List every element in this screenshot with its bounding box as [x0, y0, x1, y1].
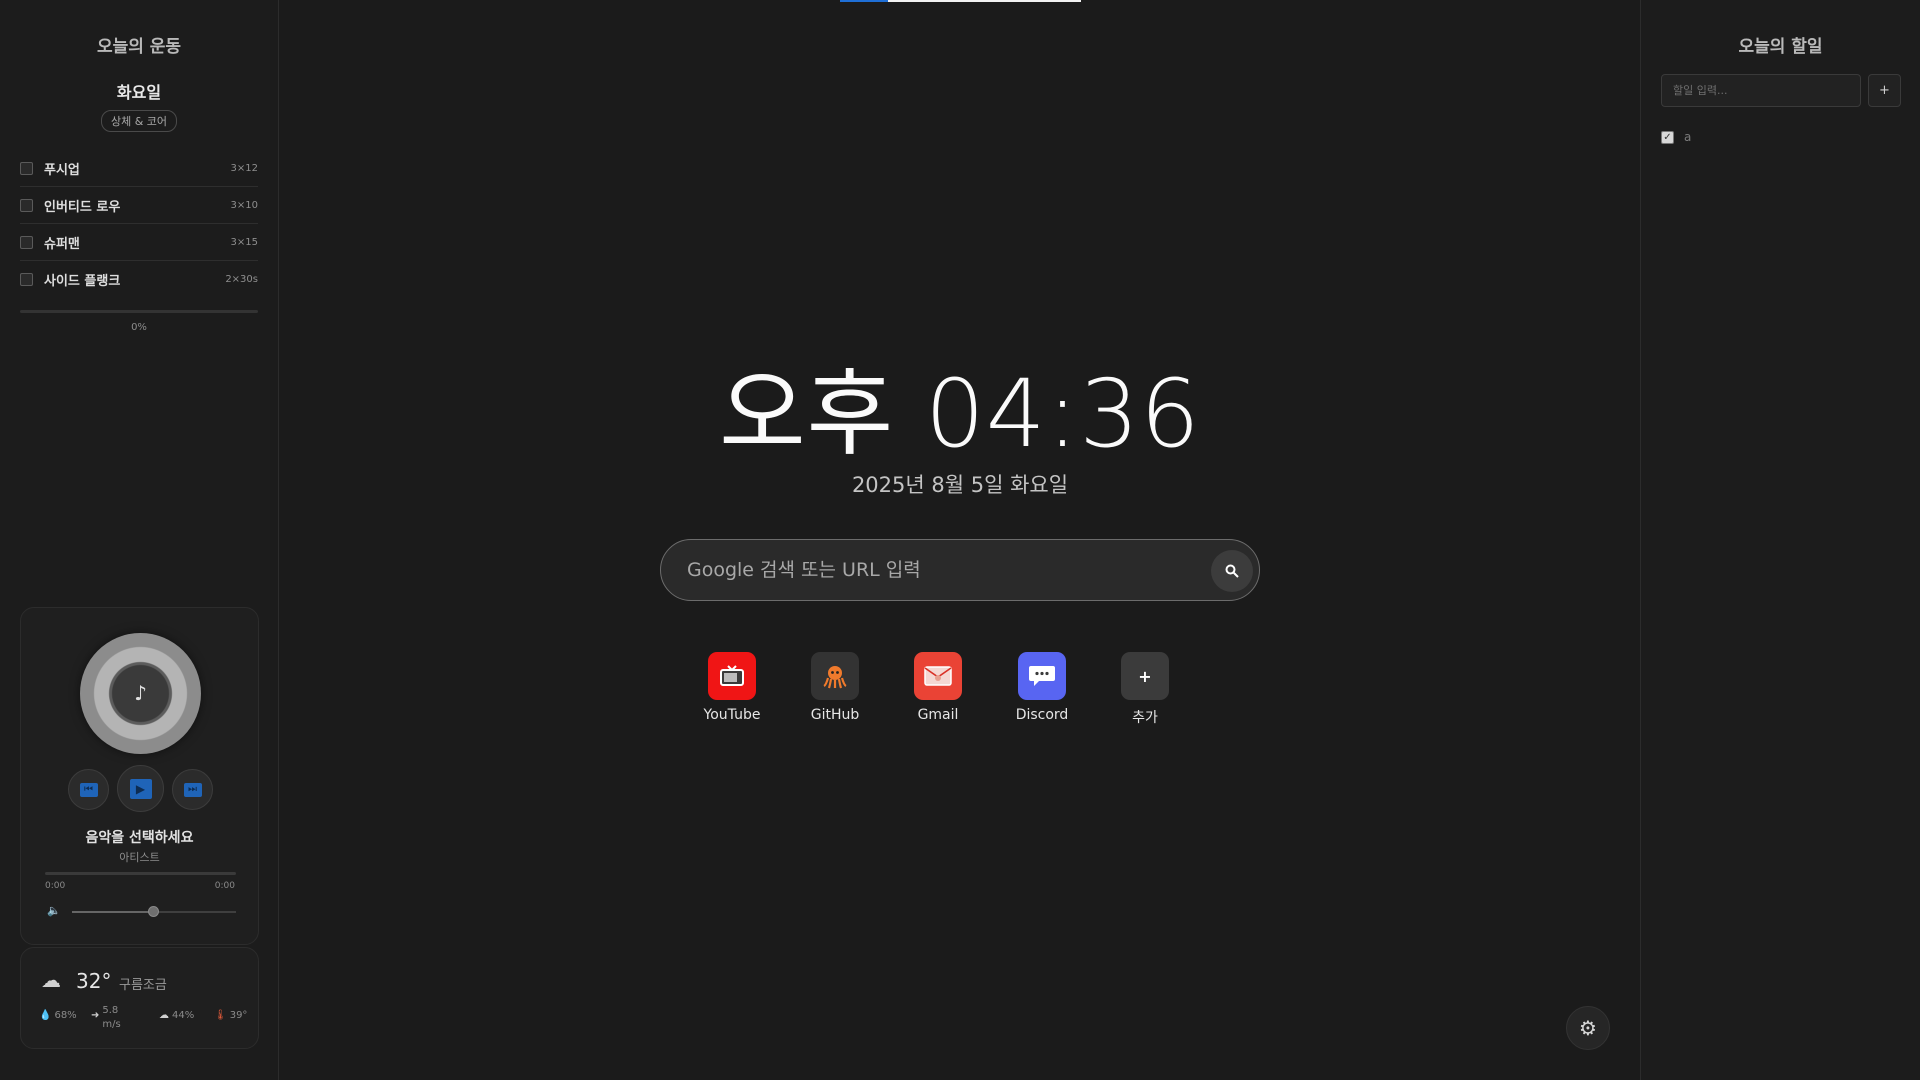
wind-stat: ➜ 5.8 m/s: [91, 1005, 126, 1032]
search-bar: [660, 539, 1260, 601]
shortcut-youtube[interactable]: YouTube: [687, 652, 777, 723]
search-icon: [1225, 564, 1239, 578]
exercise-sets: 2×30s: [225, 274, 258, 285]
volume-fill: [72, 911, 154, 913]
todo-checkbox[interactable]: ✓: [1661, 130, 1674, 144]
shortcut-discord[interactable]: Discord: [997, 652, 1087, 723]
shortcut-label: 추가: [1132, 710, 1158, 726]
todo-add-button[interactable]: +: [1868, 74, 1901, 107]
music-player: ♪ ⏮ ▶ ⏭ 음악을 선택하세요 아티스트 0:00 0:00 🔈: [20, 607, 259, 945]
exercise-item[interactable]: 인버티드 로우 3×10: [20, 187, 258, 224]
music-note-icon: ♪: [134, 681, 147, 705]
exercise-name: 인버티드 로우: [44, 199, 121, 215]
workout-day: 화요일: [116, 83, 162, 102]
workout-progress-label: 0%: [131, 322, 147, 333]
humidity-stat: 💧 68%: [39, 1010, 77, 1021]
workout-progress-bar: [20, 310, 258, 313]
weather-widget: ☁ 32° 구름조금 💧 68% ➜ 5.8 m/s ☁ 44% 🌡 39°: [20, 947, 259, 1049]
shortcut-label: GitHub: [810, 707, 860, 723]
top-progress-strip: [840, 0, 1081, 2]
wind-icon: ➜: [91, 1010, 100, 1021]
exercise-name: 슈퍼맨: [44, 236, 80, 252]
track-title: 음악을 선택하세요: [85, 830, 194, 846]
exercise-checkbox[interactable]: [20, 161, 33, 175]
settings-button[interactable]: ⚙: [1566, 1006, 1610, 1050]
track-artist: 아티스트: [119, 851, 160, 864]
feels-like-stat: 🌡 39°: [214, 1010, 247, 1021]
shortcut-add[interactable]: + 추가: [1100, 652, 1190, 727]
top-progress-fill: [840, 0, 889, 2]
droplet-icon: 💧: [39, 1010, 52, 1021]
cloud-stat: ☁ 44%: [159, 1010, 194, 1021]
shortcut-label: YouTube: [703, 707, 761, 723]
play-button[interactable]: ▶: [117, 765, 164, 812]
plus-icon: +: [1121, 652, 1169, 700]
todo-item[interactable]: ✓ a: [1661, 130, 1691, 144]
search-button[interactable]: [1211, 550, 1253, 592]
exercise-checkbox[interactable]: [20, 273, 33, 286]
album-disc: ♪: [80, 633, 201, 754]
exercise-sets: 3×12: [230, 162, 258, 174]
exercise-checkbox[interactable]: [20, 198, 33, 212]
shortcut-label: Discord: [1015, 707, 1069, 723]
todo-text: a: [1684, 130, 1692, 144]
clock-time: 오후 04:36: [719, 360, 1201, 469]
next-track-button[interactable]: ⏭: [172, 769, 213, 810]
left-sidebar: 오늘의 운동 화요일 상체 & 코어 푸시업 3×12 인버티드 로우 3×10…: [0, 0, 279, 1080]
gear-icon: ⚙: [1579, 1016, 1597, 1040]
todo-input-row: +: [1661, 74, 1901, 108]
exercise-sets: 3×10: [230, 199, 258, 211]
shortcut-label: Gmail: [917, 707, 959, 723]
workout-panel-title: 오늘의 운동: [96, 37, 182, 57]
envelope-icon: [914, 652, 962, 700]
shortcut-github[interactable]: GitHub: [790, 652, 880, 723]
seek-bar[interactable]: [45, 872, 236, 875]
shortcut-gmail[interactable]: Gmail: [893, 652, 983, 723]
exercise-item[interactable]: 푸시업 3×12: [20, 150, 258, 187]
new-tab-page: 오늘의 운동 화요일 상체 & 코어 푸시업 3×12 인버티드 로우 3×10…: [0, 0, 1920, 1080]
tv-icon: [708, 652, 756, 700]
cloud-icon: ☁: [159, 1010, 169, 1021]
volume-icon[interactable]: 🔈: [47, 904, 61, 917]
play-icon: ▶: [129, 778, 152, 799]
search-input[interactable]: [687, 540, 1187, 600]
weather-description: 구름조금: [119, 978, 167, 993]
exercise-item[interactable]: 사이드 플랭크 2×30s: [20, 261, 258, 298]
exercise-item[interactable]: 슈퍼맨 3×15: [20, 224, 258, 261]
exercise-checkbox[interactable]: [20, 235, 33, 249]
exercise-list: 푸시업 3×12 인버티드 로우 3×10 슈퍼맨 3×15 사이드 플랭크 2…: [20, 150, 258, 298]
volume-knob[interactable]: [148, 906, 159, 917]
partly-cloudy-icon: ☁: [41, 968, 61, 992]
cloud-value: 44%: [172, 1010, 195, 1021]
previous-track-icon: ⏮: [79, 782, 98, 797]
previous-track-button[interactable]: ⏮: [68, 769, 109, 810]
exercise-name: 푸시업: [44, 162, 80, 178]
shortcut-grid: YouTube GitHub Gmail Discord + 추가: [660, 652, 1260, 732]
workout-focus-badge: 상체 & 코어: [100, 110, 178, 132]
right-sidebar: 오늘의 할일 + ✓ a: [1640, 0, 1920, 1080]
exercise-name: 사이드 플랭크: [44, 274, 121, 289]
wind-value: 5.8 m/s: [102, 1005, 121, 1030]
feels-like-value: 39°: [229, 1010, 248, 1021]
octopus-icon: [811, 652, 859, 700]
total-time: 0:00: [214, 881, 235, 891]
current-time: 0:00: [45, 881, 66, 891]
todo-panel-title: 오늘의 할일: [1738, 37, 1823, 57]
weather-temperature: 32°: [76, 969, 112, 993]
thermometer-icon: 🌡: [214, 1010, 227, 1021]
todo-input[interactable]: [1661, 74, 1861, 107]
next-track-icon: ⏭: [183, 782, 202, 797]
clock-date: 2025년 8월 5일 화요일: [851, 473, 1069, 497]
humidity-value: 68%: [54, 1010, 77, 1021]
chat-bubble-icon: [1018, 652, 1066, 700]
exercise-sets: 3×15: [230, 236, 258, 248]
